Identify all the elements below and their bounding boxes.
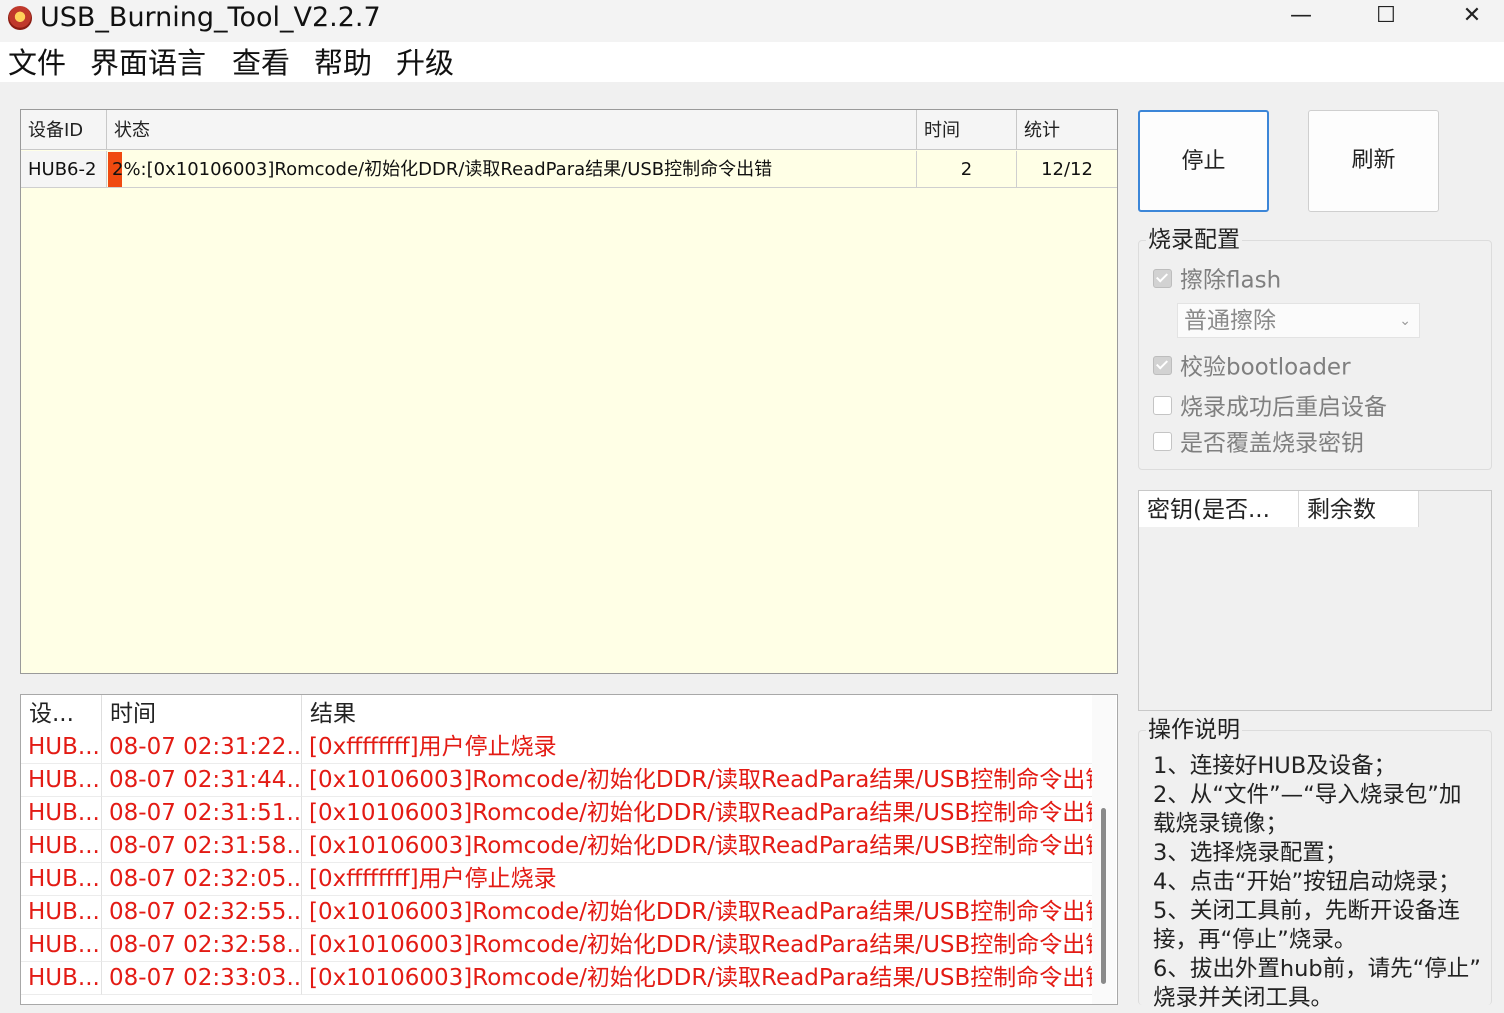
- key-remaining-header[interactable]: 剩余数: [1299, 491, 1419, 527]
- log-time-cell[interactable]: 08-07 02:33:03...: [102, 962, 302, 995]
- log-result-cell[interactable]: [0xffffffff]用户停止烧录: [302, 731, 1092, 764]
- log-time-cell[interactable]: 08-07 02:31:44...: [102, 764, 302, 797]
- device-status-text: 2%:[0x10106003]Romcode/初始化DDR/读取ReadPara…: [112, 159, 773, 180]
- log-time-cell[interactable]: 08-07 02:32:05...: [102, 863, 302, 896]
- device-time-cell[interactable]: 2: [917, 151, 1017, 188]
- device-stats-cell[interactable]: 12/12: [1017, 151, 1117, 188]
- log-result-cell[interactable]: [0x10106003]Romcode/初始化DDR/读取ReadPara结果/…: [302, 830, 1092, 863]
- menu-help[interactable]: 帮助: [314, 42, 372, 82]
- log-time-cell[interactable]: 08-07 02:31:58...: [102, 830, 302, 863]
- log-result-cell[interactable]: [0x10106003]Romcode/初始化DDR/读取ReadPara结果/…: [302, 962, 1092, 995]
- reboot-after-label: 烧录成功后重启设备: [1180, 394, 1387, 421]
- log-device-cell[interactable]: HUB...: [21, 863, 102, 896]
- log-result-cell[interactable]: [0x10106003]Romcode/初始化DDR/读取ReadPara结果/…: [302, 797, 1092, 830]
- device-id-header[interactable]: 设备ID: [21, 110, 107, 150]
- erase-mode-select[interactable]: 普通擦除 ⌄: [1177, 303, 1420, 338]
- app-icon: [8, 6, 32, 30]
- log-scrollbar-thumb[interactable]: [1101, 808, 1106, 984]
- log-time-header[interactable]: 时间: [102, 695, 302, 731]
- device-table: [20, 109, 1118, 674]
- log-device-header[interactable]: 设...: [21, 695, 102, 731]
- menu-upgrade[interactable]: 升级: [396, 42, 454, 82]
- instruction-line: 3、选择烧录配置；: [1153, 840, 1348, 866]
- log-time-cell[interactable]: 08-07 02:31:22...: [102, 731, 302, 764]
- device-status-cell[interactable]: 2%:[0x10106003]Romcode/初始化DDR/读取ReadPara…: [107, 151, 917, 188]
- verify-bootloader-check-icon: [1153, 356, 1172, 375]
- instruction-line: 4、点击“开始”按钮启动烧录；: [1153, 869, 1461, 895]
- log-device-cell[interactable]: HUB...: [21, 830, 102, 863]
- log-time-cell[interactable]: 08-07 02:31:51...: [102, 797, 302, 830]
- erase-flash-label: 擦除flash: [1180, 267, 1282, 294]
- window-title: USB_Burning_Tool_V2.2.7: [40, 2, 381, 33]
- log-result-header[interactable]: 结果: [302, 695, 1092, 731]
- menu-view[interactable]: 查看: [232, 42, 290, 82]
- instruction-line: 2、从“文件”—“导入烧录包”加: [1153, 782, 1462, 808]
- maximize-button[interactable]: ☐: [1344, 0, 1428, 34]
- log-device-cell[interactable]: HUB...: [21, 797, 102, 830]
- erase-flash-checkbox[interactable]: 擦除flash: [1153, 265, 1281, 295]
- log-result-cell[interactable]: [0xffffffff]用户停止烧录: [302, 863, 1092, 896]
- chevron-down-icon: ⌄: [1399, 313, 1411, 329]
- close-button[interactable]: ✕: [1430, 0, 1504, 34]
- log-time-cell[interactable]: 08-07 02:32:58...: [102, 929, 302, 962]
- instruction-line: 接，再“停止”烧录。: [1153, 927, 1357, 953]
- instruction-line: 5、关闭工具前，先断开设备连: [1153, 898, 1460, 924]
- log-time-cell[interactable]: 08-07 02:32:55...: [102, 896, 302, 929]
- reboot-after-checkbox[interactable]: 烧录成功后重启设备: [1153, 392, 1387, 422]
- log-device-cell[interactable]: HUB...: [21, 764, 102, 797]
- reboot-after-check-icon: [1153, 396, 1172, 415]
- burn-config-title: 烧录配置: [1146, 227, 1242, 253]
- instruction-line: 载烧录镜像；: [1153, 811, 1289, 837]
- instruction-line: 6、拔出外置hub前，请先“停止”: [1153, 956, 1481, 982]
- menu-file[interactable]: 文件: [8, 42, 66, 82]
- erase-flash-check-icon: [1153, 269, 1172, 288]
- stats-header[interactable]: 统计: [1017, 110, 1117, 150]
- overwrite-key-check-icon: [1153, 432, 1172, 451]
- menu-bar: [0, 42, 1504, 82]
- verify-bootloader-label: 校验bootloader: [1180, 354, 1351, 381]
- log-device-cell[interactable]: HUB...: [21, 896, 102, 929]
- device-id-cell[interactable]: HUB6-2: [21, 151, 107, 188]
- overwrite-key-checkbox[interactable]: 是否覆盖烧录密钥: [1153, 428, 1364, 458]
- time-header[interactable]: 时间: [917, 110, 1017, 150]
- overwrite-key-label: 是否覆盖烧录密钥: [1180, 430, 1364, 457]
- erase-mode-value: 普通擦除: [1184, 308, 1276, 334]
- refresh-button[interactable]: 刷新: [1308, 110, 1439, 212]
- instructions-title: 操作说明: [1146, 717, 1242, 743]
- key-name-header[interactable]: 密钥(是否...: [1139, 491, 1299, 527]
- status-header[interactable]: 状态: [107, 110, 917, 150]
- log-device-cell[interactable]: HUB...: [21, 731, 102, 764]
- minimize-button[interactable]: —: [1259, 0, 1343, 34]
- log-device-cell[interactable]: HUB...: [21, 962, 102, 995]
- menu-language[interactable]: 界面语言: [90, 42, 206, 82]
- log-result-cell[interactable]: [0x10106003]Romcode/初始化DDR/读取ReadPara结果/…: [302, 764, 1092, 797]
- verify-bootloader-checkbox[interactable]: 校验bootloader: [1153, 352, 1351, 382]
- instruction-line: 烧录并关闭工具。: [1153, 985, 1334, 1011]
- stop-button[interactable]: 停止: [1138, 110, 1269, 212]
- log-device-cell[interactable]: HUB...: [21, 929, 102, 962]
- log-result-cell[interactable]: [0x10106003]Romcode/初始化DDR/读取ReadPara结果/…: [302, 929, 1092, 962]
- instruction-line: 1、连接好HUB及设备；: [1153, 753, 1397, 779]
- log-result-cell[interactable]: [0x10106003]Romcode/初始化DDR/读取ReadPara结果/…: [302, 896, 1092, 929]
